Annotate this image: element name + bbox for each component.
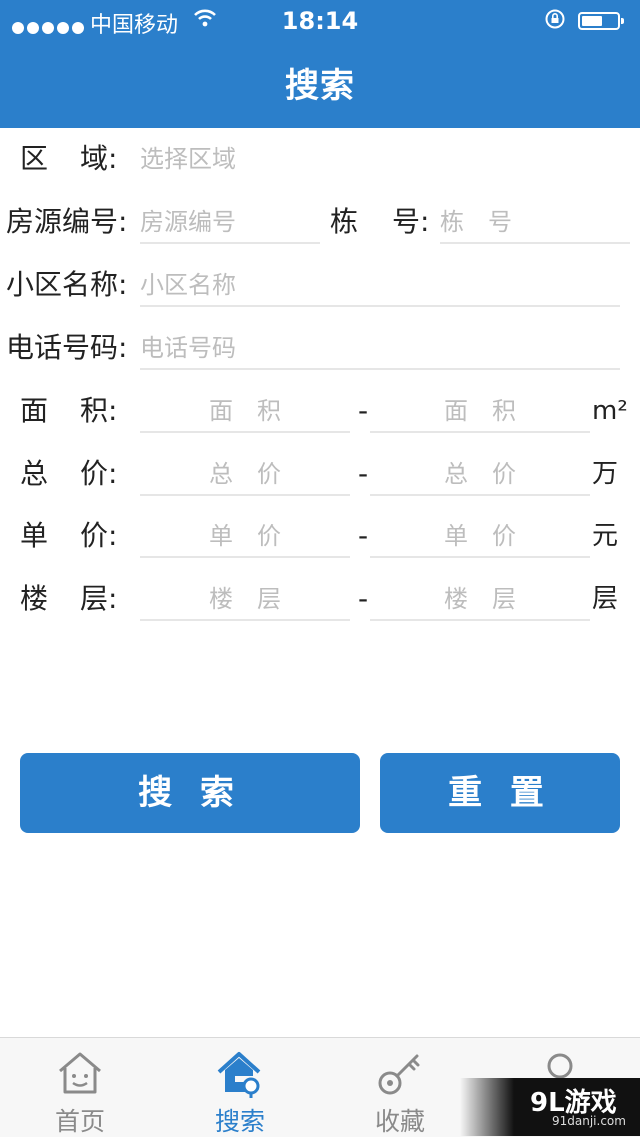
range-separator: - [358,519,369,552]
area-label-a: 区 [20,142,49,175]
tab-search-label: 搜索 [214,1107,265,1136]
search-button[interactable]: 搜 索 [20,753,360,833]
watermark: 9L游戏 91danji.com [460,1078,640,1136]
range-label-a: 单 [20,519,49,552]
house-code-label: 房源编号: [6,205,128,238]
community-label: 小区名称: [6,268,128,301]
unit-price-max-input[interactable]: 单 价 [370,516,590,558]
page-title: 搜索 [285,66,355,106]
range-separator: - [358,394,369,427]
range-label-b: 价: [80,457,118,490]
unit-price-unit: 元 [592,521,619,551]
phone-number-input[interactable]: 电话号码 [140,328,620,370]
floor-min-input[interactable]: 楼 层 [140,579,350,621]
range-label-a: 楼 [20,582,49,615]
floor-max-input[interactable]: 楼 层 [370,579,590,621]
range-label-a: 面 [20,394,49,427]
floor-unit: 层 [592,584,619,614]
total-price-max-input[interactable]: 总 价 [370,454,590,496]
status-bar: 中国移动 18:14 [0,0,640,40]
phone-label: 电话号码: [6,331,128,364]
home-icon [55,1048,105,1098]
watermark-site: 91danji.com [552,1114,626,1128]
area-unit: m² [592,396,628,426]
area-select[interactable]: 选择区域 [140,139,620,181]
battery-icon [578,12,624,30]
total-price-unit: 万 [592,459,619,489]
building-label-a: 栋 [330,205,359,238]
search-house-icon [215,1048,265,1098]
range-separator: - [358,582,369,615]
range-label-b: 价: [80,519,118,552]
key-icon [375,1048,425,1098]
house-code-input[interactable]: 房源编号 [140,202,320,244]
area-min-input[interactable]: 面 积 [140,391,350,433]
tab-home[interactable]: 首页 [0,1038,160,1137]
area-max-input[interactable]: 面 积 [370,391,590,433]
building-number-input[interactable]: 栋 号 [440,202,630,244]
range-separator: - [358,457,369,490]
tab-favorites-label: 收藏 [374,1107,425,1136]
tab-search[interactable]: 搜索 [160,1038,320,1137]
range-label-b: 积: [80,394,118,427]
range-label-b: 层: [80,582,118,615]
unit-price-min-input[interactable]: 单 价 [140,516,350,558]
range-label-a: 总 [20,457,49,490]
community-name-input[interactable]: 小区名称 [140,265,620,307]
tab-home-label: 首页 [54,1107,105,1136]
area-label-b: 域: [80,142,118,175]
rotation-lock-icon [544,8,566,35]
total-price-min-input[interactable]: 总 价 [140,454,350,496]
reset-button[interactable]: 重 置 [380,753,620,833]
building-label-b: 号: [392,205,430,238]
top-bar: 中国移动 18:14 搜索 [0,0,640,128]
tab-favorites[interactable]: 收藏 [320,1038,480,1137]
